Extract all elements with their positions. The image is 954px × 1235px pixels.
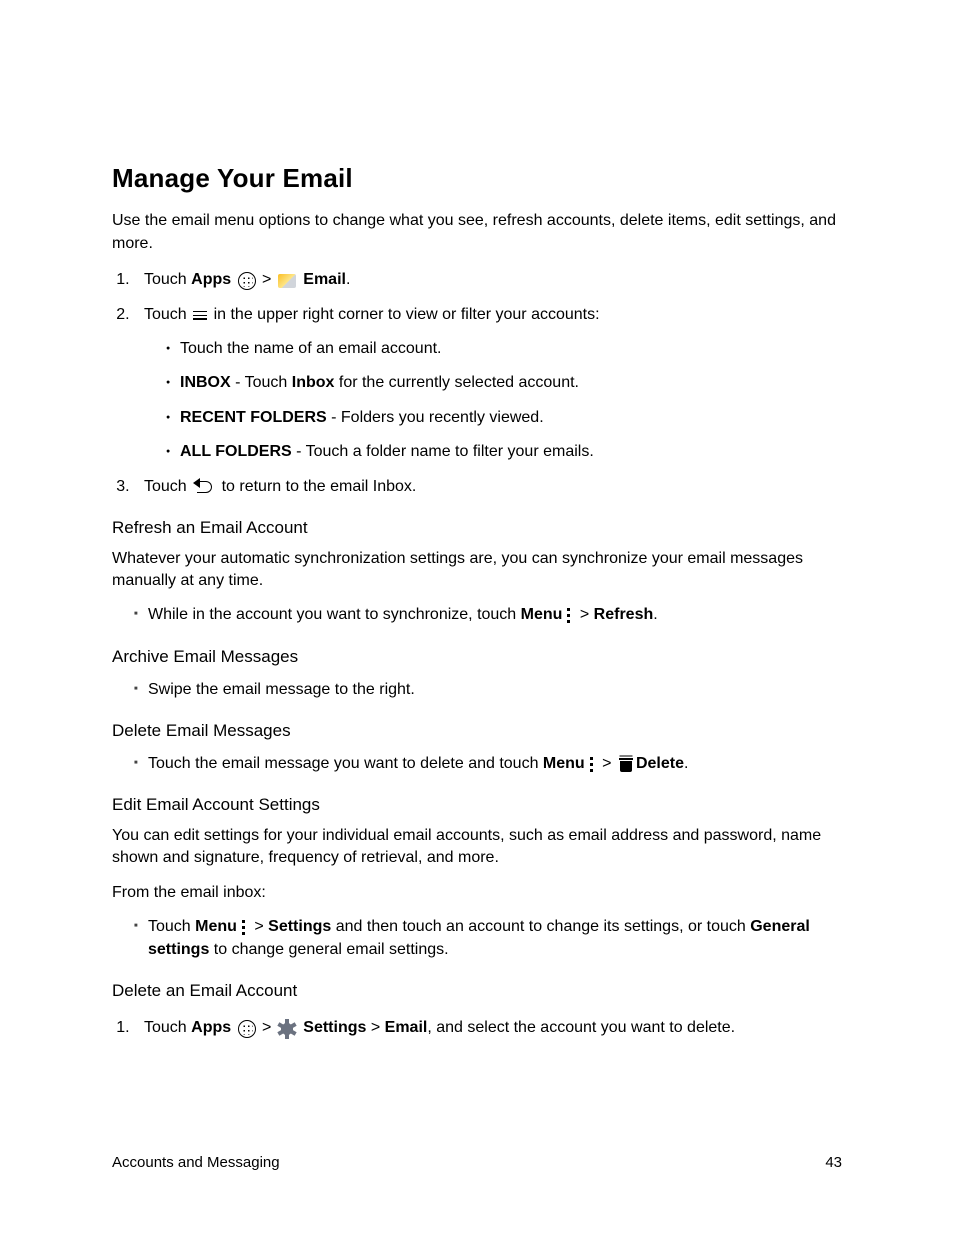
section-archive-heading: Archive Email Messages [112,645,842,669]
delete-list: Touch the email message you want to dele… [112,753,842,775]
text: Touch the email message you want to dele… [148,755,543,772]
separator: > [258,1019,276,1036]
email-icon [278,274,296,288]
dot: . [346,271,350,288]
settings-gear-icon [278,1020,296,1038]
step-2-sublist: Touch the name of an email account. INBO… [144,338,842,464]
settings-label: Settings [268,918,331,935]
list-item: INBOX - Touch Inbox for the currently se… [166,372,842,394]
text: , and select the account you want to del… [427,1019,735,1036]
text: to change general email settings. [209,941,448,958]
list-item: While in the account you want to synchro… [134,604,842,626]
archive-list: Swipe the email message to the right. [112,679,842,701]
dot: . [653,606,657,623]
text: Touch [144,306,191,323]
text: While in the account you want to synchro… [148,606,521,623]
inbox-word: Inbox [292,374,335,391]
step-3: Touch to return to the email Inbox. [134,476,842,498]
footer-section-title: Accounts and Messaging [112,1152,280,1173]
section-delete-heading: Delete Email Messages [112,719,842,743]
page-title: Manage Your Email [112,160,842,196]
separator: > [258,271,276,288]
section-delete-account-heading: Delete an Email Account [112,979,842,1003]
step-1: Touch Apps > Email. [134,269,842,291]
refresh-list: While in the account you want to synchro… [112,604,842,626]
page-number: 43 [825,1152,842,1173]
separator: > [598,755,616,772]
list-item: Touch the name of an email account. [166,338,842,360]
apps-label: Apps [191,271,231,288]
menu-label: Menu [195,918,237,935]
dot: . [684,755,688,772]
list-item: Touch the email message you want to dele… [134,753,842,775]
steps-list: Touch Apps > Email. Touch in the upper r… [112,269,842,498]
section-refresh-heading: Refresh an Email Account [112,516,842,540]
apps-label: Apps [191,1019,231,1036]
back-icon [193,481,215,493]
text: Touch [144,1019,191,1036]
apps-icon [238,1020,256,1038]
refresh-label: Refresh [594,606,654,623]
text: Touch [148,918,195,935]
menu-label: Menu [521,606,563,623]
overflow-icon [588,757,596,773]
text: in the upper right corner to view or fil… [209,306,599,323]
text: Touch [144,478,191,495]
text: to return to the email Inbox. [217,478,416,495]
page-footer: Accounts and Messaging 43 [112,1152,842,1173]
step-2: Touch in the upper right corner to view … [134,304,842,464]
overflow-icon [565,608,573,624]
recent-folders-label: RECENT FOLDERS [180,409,327,426]
email-label: Email [385,1019,428,1036]
edit-paragraph: You can edit settings for your individua… [112,825,842,870]
trash-icon [619,757,633,772]
text: - Touch [231,374,292,391]
apps-icon [238,272,256,290]
separator: > [250,918,268,935]
text: - Folders you recently viewed. [327,409,544,426]
inbox-label: INBOX [180,374,231,391]
email-label: Email [303,271,346,288]
list-item: Touch Menu > Settings and then touch an … [134,916,842,961]
section-edit-heading: Edit Email Account Settings [112,793,842,817]
all-folders-label: ALL FOLDERS [180,443,292,460]
edit-paragraph-2: From the email inbox: [112,882,842,904]
separator: > [366,1019,384,1036]
separator: > [575,606,593,623]
overflow-icon [240,920,248,936]
intro-paragraph: Use the email menu options to change wha… [112,210,842,255]
text: for the currently selected account. [334,374,579,391]
refresh-paragraph: Whatever your automatic synchronization … [112,548,842,593]
settings-label: Settings [303,1019,366,1036]
text: - Touch a folder name to filter your ema… [292,443,594,460]
list-item: ALL FOLDERS - Touch a folder name to fil… [166,441,842,463]
menu-label: Menu [543,755,585,772]
delete-account-steps: Touch Apps > Settings > Email, and selec… [112,1017,842,1039]
text: and then touch an account to change its … [331,918,750,935]
delete-label: Delete [636,755,684,772]
list-item: RECENT FOLDERS - Folders you recently vi… [166,407,842,429]
list-item: Touch Apps > Settings > Email, and selec… [134,1017,842,1039]
text: Touch [144,271,191,288]
hamburger-icon [193,309,207,322]
list-item: Swipe the email message to the right. [134,679,842,701]
edit-list: Touch Menu > Settings and then touch an … [112,916,842,961]
